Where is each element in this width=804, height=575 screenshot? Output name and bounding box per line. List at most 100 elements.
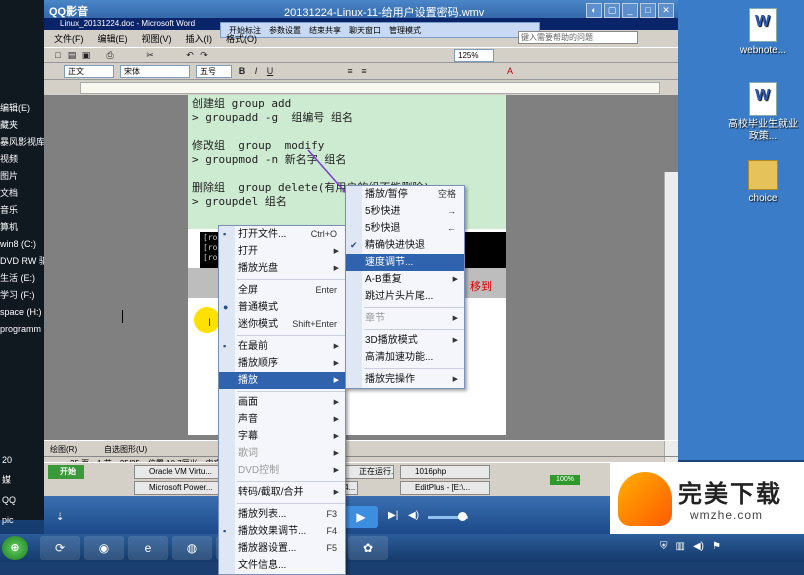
- word-menu-item: 视图(V): [141, 33, 172, 44]
- explorer-nav-item[interactable]: programm: [0, 321, 44, 338]
- minimize-icon[interactable]: _: [622, 3, 638, 18]
- submenu-arrow-icon: ▶: [333, 416, 339, 423]
- context-menu-item[interactable]: 全屏 Enter: [219, 282, 345, 299]
- explorer-nav-item[interactable]: 生活 (E:): [0, 270, 44, 287]
- context-menu-item[interactable]: 打开 ▶: [219, 243, 345, 260]
- watermark: 完美下载 wmzhe.com: [610, 462, 804, 534]
- menu-item-label: 播放光盘: [238, 263, 278, 274]
- close-icon[interactable]: ✕: [658, 3, 674, 18]
- play-submenu-item[interactable]: 5秒快退 ←: [346, 220, 464, 237]
- menu-item-label: DVD控制: [238, 465, 280, 476]
- context-menu-item[interactable]: 画面 ▶: [219, 394, 345, 411]
- play-submenu-item[interactable]: 高清加速功能...: [346, 349, 464, 366]
- menu-item-label: 歌词: [238, 448, 258, 459]
- context-menu-item[interactable]: 播放列表... F3: [219, 506, 345, 523]
- context-menu-item[interactable]: 播放 ▶: [219, 372, 345, 389]
- doc-line: 修改组 group modify: [192, 139, 325, 152]
- context-menu-item[interactable]: 播放顺序 ▶: [219, 355, 345, 372]
- explorer-nav-item[interactable]: 图片: [0, 168, 44, 185]
- desktop-right-area: webnote... 高校毕业生就业政策... choice: [678, 0, 804, 460]
- context-menu-item[interactable]: ● 普通模式: [219, 299, 345, 316]
- play-submenu-item[interactable]: 播放/暂停 空格: [346, 186, 464, 203]
- menu-shortcut: F3: [326, 509, 337, 519]
- explorer-nav-item[interactable]: space (H:): [0, 304, 44, 321]
- context-menu-item[interactable]: 文件信息...: [219, 557, 345, 574]
- context-menu-item[interactable]: 字幕 ▶: [219, 428, 345, 445]
- menu-item-label: 播放效果调节...: [238, 526, 307, 537]
- undo-icon: ↶: [186, 50, 194, 60]
- window-buttons: ◐ ▢ _ □ ✕: [586, 3, 674, 18]
- inner-start-button: 开始: [48, 465, 84, 479]
- redo-icon: ↷: [200, 50, 208, 60]
- left-strip-label: 20: [2, 455, 13, 465]
- zoom-box: 125%: [454, 49, 494, 62]
- skin-icon[interactable]: ◐: [586, 3, 602, 18]
- menu-item-label: A-B重复: [365, 274, 402, 285]
- explorer-nav-item[interactable]: 音乐: [0, 202, 44, 219]
- menu-item-label: 5秒快退: [365, 223, 401, 234]
- menu-item-label: 播放列表...: [238, 509, 287, 520]
- taskbar-app-360-icon[interactable]: ⟳: [40, 536, 80, 560]
- taskbar-app-ie-icon[interactable]: e: [128, 536, 168, 560]
- explorer-nav-item[interactable]: 藏夹: [0, 117, 44, 134]
- play-submenu-item[interactable]: 3D播放模式 ▶: [346, 332, 464, 349]
- taskbar-app-qq-icon[interactable]: ◉: [84, 536, 124, 560]
- submenu-arrow-icon: ▶: [333, 360, 339, 367]
- pin-top-icon[interactable]: ▢: [604, 3, 620, 18]
- explorer-nav-item[interactable]: 算机: [0, 219, 44, 236]
- context-menu-item[interactable]: ▪ 播放效果调节... F4: [219, 523, 345, 540]
- context-menu-item[interactable]: ▪ 在最前 ▶: [219, 338, 345, 355]
- flag-icon[interactable]: ⚑: [712, 541, 721, 552]
- context-menu-item: DVD控制 ▶: [219, 462, 345, 479]
- explorer-nav-item[interactable]: 编辑(E): [0, 100, 44, 117]
- context-menu-item[interactable]: 播放器设置... F5: [219, 540, 345, 557]
- left-strip-label: QQ: [2, 495, 17, 505]
- explorer-nav-item[interactable]: DVD RW 驱: [0, 253, 44, 270]
- play-submenu-item[interactable]: 5秒快进 →: [346, 203, 464, 220]
- desktop-icon-choice[interactable]: choice: [728, 160, 798, 205]
- play-submenu-item[interactable]: 播放完操作 ▶: [346, 371, 464, 388]
- volume-knob[interactable]: [458, 512, 467, 521]
- context-menu-item[interactable]: 转码/截取/合并 ▶: [219, 484, 345, 501]
- align-center-icon: ≡: [361, 66, 367, 76]
- shield-icon[interactable]: ⛨: [660, 541, 668, 552]
- start-button[interactable]: ⊕: [2, 536, 28, 560]
- taskbar-app-firefox-icon[interactable]: ◍: [172, 536, 212, 560]
- context-menu-item[interactable]: 迷你模式 Shift+Enter: [219, 316, 345, 333]
- play-button[interactable]: ▶: [344, 506, 378, 528]
- menu-shortcut: →: [447, 206, 456, 216]
- word-menu-item: 文件(F): [54, 33, 84, 44]
- explorer-nav-item[interactable]: 暴风影视库: [0, 134, 44, 151]
- context-menu-item[interactable]: 声音 ▶: [219, 411, 345, 428]
- play-submenu-item[interactable]: 速度调节...: [346, 254, 464, 271]
- explorer-nav-item[interactable]: 学习 (F:): [0, 287, 44, 304]
- play-submenu-item[interactable]: 跳过片头片尾...: [346, 288, 464, 305]
- pin-icon: ▪: [223, 341, 227, 351]
- maximize-icon[interactable]: □: [640, 3, 656, 18]
- play-submenu-item[interactable]: A-B重复 ▶: [346, 271, 464, 288]
- menu-item-label: 章节: [365, 313, 385, 324]
- speaker-icon[interactable]: ◀): [693, 541, 704, 552]
- next-icon[interactable]: ▶|: [388, 510, 398, 521]
- context-menu-item[interactable]: 播放光盘 ▶: [219, 260, 345, 277]
- submenu-arrow-icon: ▶: [333, 343, 339, 350]
- menu-item-label: 播放: [238, 375, 258, 386]
- explorer-nav-list: 编辑(E) 藏夹 暴风影视库 视频 图片 文档 音乐 算机 win8 (C:) DVD RW 驱生…: [0, 100, 44, 338]
- play-submenu-item[interactable]: ✔ 精确快进快退: [346, 237, 464, 254]
- menu-separator: [237, 279, 345, 280]
- inner-task: Microsoft Power...: [134, 481, 224, 495]
- open-icon: ▤: [67, 50, 77, 60]
- network-icon[interactable]: ▥: [676, 541, 685, 552]
- check-icon: ✔: [350, 240, 358, 250]
- explorer-nav-item[interactable]: 视频: [0, 151, 44, 168]
- volume-icon[interactable]: ◀): [408, 510, 419, 521]
- menu-item-label: 画面: [238, 397, 258, 408]
- desktop-icon-policy[interactable]: 高校毕业生就业政策...: [728, 82, 798, 143]
- explorer-nav-item[interactable]: win8 (C:): [0, 236, 44, 253]
- explorer-nav-item[interactable]: 文档: [0, 185, 44, 202]
- taskbar-app-media-icon[interactable]: ✿: [348, 536, 388, 560]
- playlist-toggle-icon[interactable]: ⇣: [56, 512, 64, 523]
- submenu-arrow-icon: ▶: [333, 248, 339, 255]
- desktop-icon-webnote[interactable]: webnote...: [728, 8, 798, 57]
- context-menu-item[interactable]: ▪ 打开文件... Ctrl+O: [219, 226, 345, 243]
